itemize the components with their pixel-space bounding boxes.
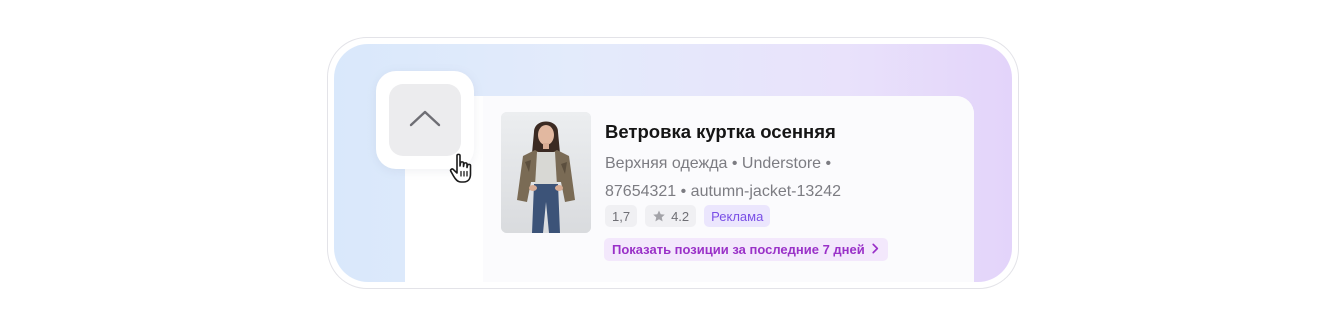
position-badge: 1,7 — [605, 205, 638, 227]
product-image[interactable] — [501, 112, 591, 233]
product-badges: 1,7 4.2 Реклама — [605, 205, 771, 227]
show-positions-link[interactable]: Показать позиции за последние 7 дней — [604, 238, 888, 261]
gradient-panel: Ветровка куртка осенняя Верхняя одежда •… — [334, 44, 1012, 282]
scroll-up-button[interactable] — [389, 84, 461, 156]
star-icon — [652, 209, 666, 223]
chevron-up-icon — [408, 108, 442, 133]
preview-frame: Ветровка куртка осенняя Верхняя одежда •… — [327, 37, 1019, 289]
product-meta-category-brand: Верхняя одежда • Understore • — [605, 155, 832, 172]
ad-label: Реклама — [711, 208, 764, 224]
position-value: 1,7 — [612, 208, 631, 224]
show-positions-label: Показать позиции за последние 7 дней — [612, 242, 865, 257]
chevron-right-icon — [871, 242, 880, 257]
product-title[interactable]: Ветровка куртка осенняя — [605, 121, 836, 143]
hand-pointer-icon — [448, 152, 480, 186]
product-card[interactable]: Ветровка куртка осенняя Верхняя одежда •… — [405, 96, 974, 282]
product-photo — [501, 112, 591, 233]
rating-badge: 4.2 — [645, 205, 697, 227]
ad-badge: Реклама — [704, 205, 771, 227]
rating-value: 4.2 — [671, 208, 690, 224]
product-meta-sku: 87654321 • autumn-jacket-13242 — [605, 183, 841, 200]
product-meta: Верхняя одежда • Understore • 87654321 •… — [605, 150, 905, 206]
